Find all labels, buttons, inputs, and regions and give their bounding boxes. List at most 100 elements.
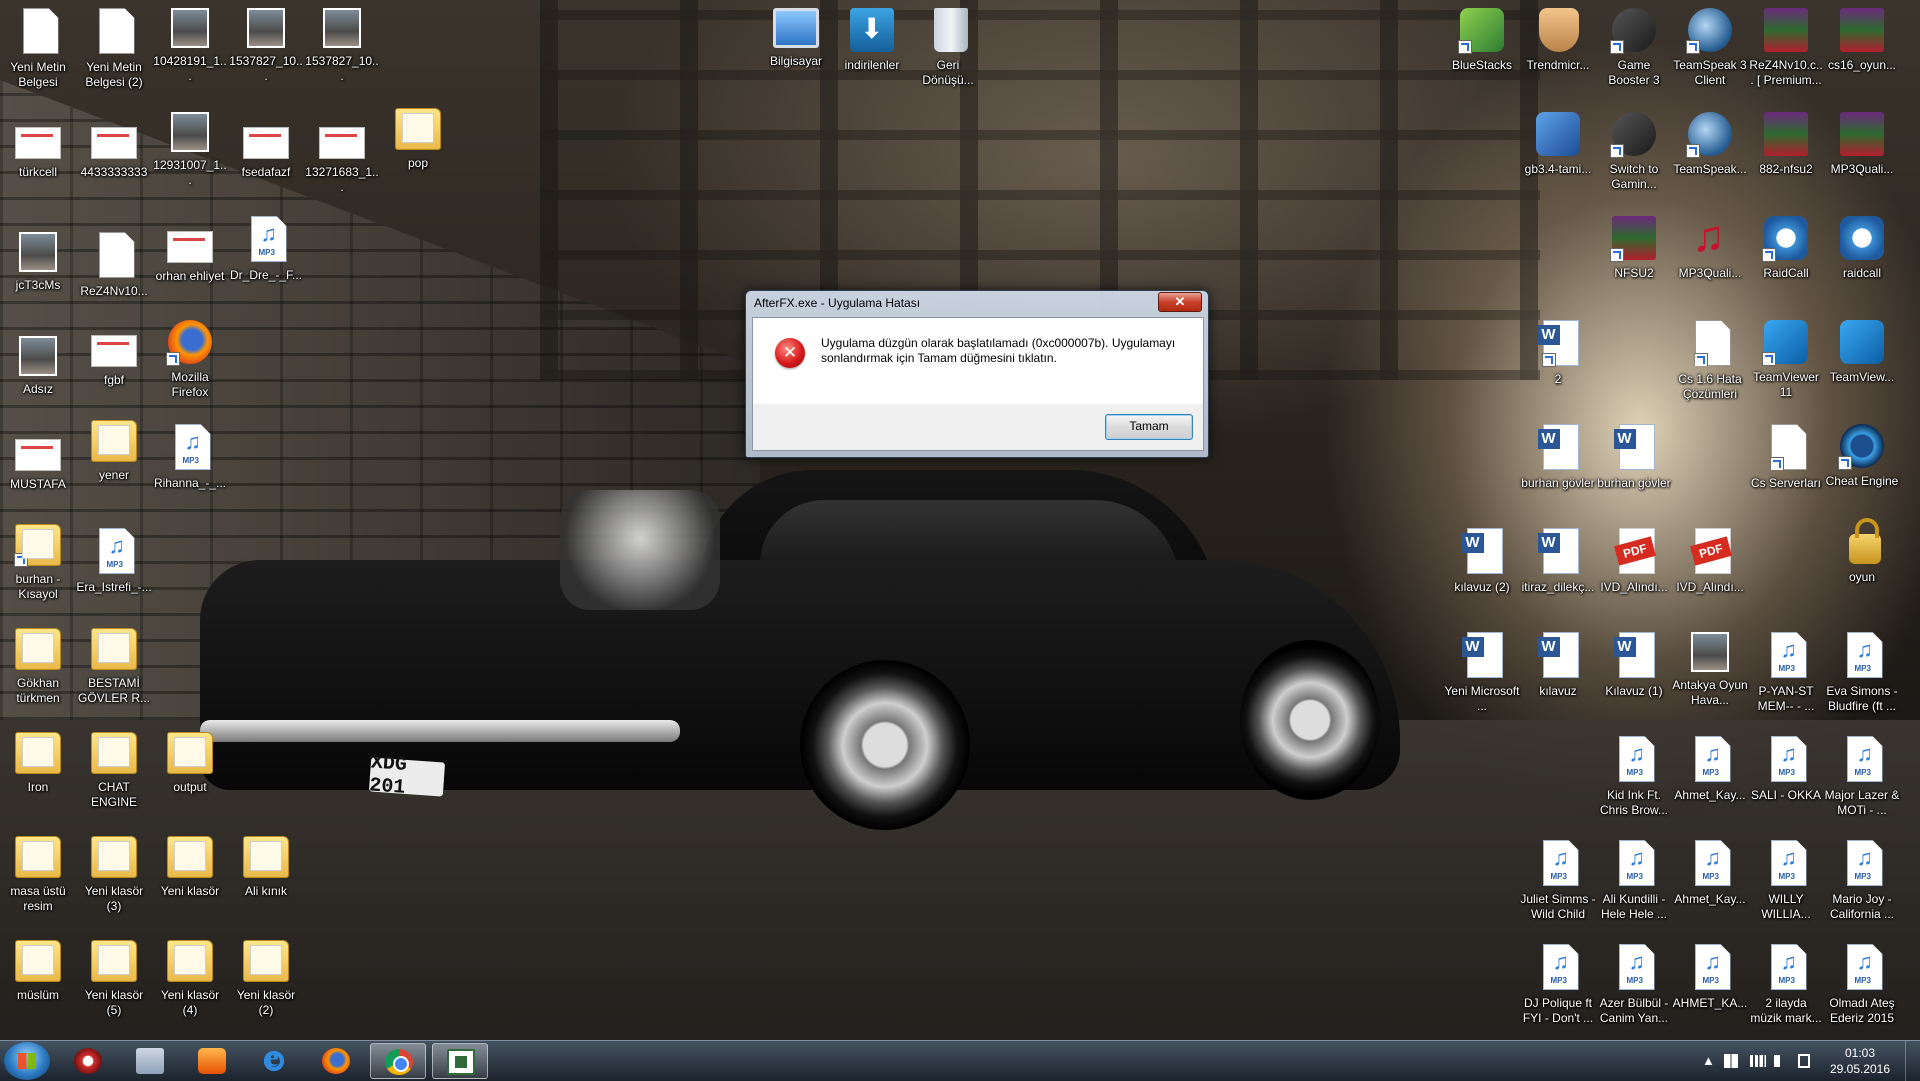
desktop-icon-computer[interactable]: Bilgisayar	[758, 0, 834, 104]
desktop-icon-word-document[interactable]: 2	[1520, 312, 1596, 416]
desktop-icon-firefox[interactable]: Mozilla Firefox	[152, 312, 228, 416]
action-center-flag-icon[interactable]	[1724, 1054, 1738, 1068]
show-hidden-icons-arrow[interactable]: ▲	[1702, 1053, 1715, 1068]
desktop-icon-folder[interactable]: Yeni klasör (3)	[76, 832, 152, 936]
desktop-icon-pdf[interactable]: IVD_Alındı...	[1596, 520, 1672, 624]
desktop-icon-folder[interactable]: pop	[380, 104, 456, 208]
desktop-icon-folder[interactable]: CHAT ENGINE	[76, 728, 152, 832]
desktop-icon-word-document[interactable]: Kılavuz (1)	[1596, 624, 1672, 728]
desktop-icon-word-document[interactable]: burhan gövler	[1596, 416, 1672, 520]
desktop-icon-teamspeak[interactable]: TeamSpeak...	[1672, 104, 1748, 208]
desktop-icon-teamviewer[interactable]: TeamView...	[1824, 312, 1900, 416]
taskbar-item-media-player[interactable]	[184, 1043, 240, 1079]
network-icon[interactable]	[1750, 1055, 1766, 1067]
desktop-icon-image[interactable]: 1537827_10...	[228, 0, 304, 104]
desktop-icon-downloads[interactable]: indirilenler	[834, 0, 910, 104]
desktop-icon-raidcall[interactable]: RaidCall	[1748, 208, 1824, 312]
desktop-icon-mp3[interactable]: Major Lazer & MOTi - ...	[1824, 728, 1900, 832]
desktop-icon-mp3[interactable]: Dr_Dre_-_F...	[228, 208, 304, 312]
desktop-icon-folder[interactable]: Iron	[0, 728, 76, 832]
desktop-icon-teamspeak[interactable]: TeamSpeak 3 Client	[1672, 0, 1748, 104]
desktop-icon-mp3[interactable]: Rihanna_-_...	[152, 416, 228, 520]
desktop-icon-mp3[interactable]: 2 ilayda müzik mark...	[1748, 936, 1824, 1040]
keyboard-language-icon[interactable]	[1798, 1054, 1810, 1068]
desktop-icon-folder[interactable]: müslüm	[0, 936, 76, 1040]
desktop-icon-winrar[interactable]: 882-nfsu2	[1748, 104, 1824, 208]
desktop-icon-mp3[interactable]: Mario Joy - California ...	[1824, 832, 1900, 936]
desktop-icon-image[interactable]: 10428191_1...	[152, 0, 228, 104]
desktop-icon-folder[interactable]: Gökhan türkmen	[0, 624, 76, 728]
desktop-icon-mp3[interactable]: Kid Ink Ft. Chris Brow...	[1596, 728, 1672, 832]
desktop-icon-mp3[interactable]: AHMET_KA...	[1672, 936, 1748, 1040]
desktop-icon-teamviewer[interactable]: TeamViewer 11	[1748, 312, 1824, 416]
desktop-icon-text-document[interactable]: Cs Serverları	[1748, 416, 1824, 520]
close-button[interactable]: ✕	[1158, 292, 1202, 312]
desktop-icon-image[interactable]: 12931007_1...	[152, 104, 228, 208]
desktop-icon-game-booster[interactable]: Game Booster 3	[1596, 0, 1672, 104]
desktop-icon-game-booster[interactable]: Switch to Gamin...	[1596, 104, 1672, 208]
desktop-icon-folder[interactable]: masa üstü resim	[0, 832, 76, 936]
desktop-icon-word-document[interactable]: kılavuz (2)	[1444, 520, 1520, 624]
ok-button[interactable]: Tamam	[1105, 414, 1193, 440]
desktop-icon-mp3[interactable]: Azer Bülbül - Canim Yan...	[1596, 936, 1672, 1040]
desktop-icon-mp3[interactable]: Ahmet_Kay...	[1672, 728, 1748, 832]
desktop-icon-locked-folder[interactable]: oyun	[1824, 518, 1900, 624]
desktop-icon-nfsu2[interactable]: NFSU2	[1596, 208, 1672, 312]
desktop-icon-pdf[interactable]: IVD_Alındı...	[1672, 520, 1748, 624]
desktop-icon-text-document[interactable]: Yeni Metin Belgesi (2)	[76, 0, 152, 104]
desktop-icon-folder[interactable]: BESTAMİ GÖVLER R...	[76, 624, 152, 728]
desktop-icon-mp3[interactable]: Olmadı Ateş Ederiz 2015	[1824, 936, 1900, 1040]
taskbar-item-chrome[interactable]	[370, 1043, 426, 1079]
desktop-icon-winrar[interactable]: ReZ4Nv10.c... [ Premium...	[1748, 0, 1824, 104]
volume-icon[interactable]	[1774, 1055, 1788, 1067]
desktop-icon-folder[interactable]: Yeni klasör (4)	[152, 936, 228, 1040]
desktop-icon-word-document[interactable]: Yeni Microsoft ...	[1444, 624, 1520, 728]
taskbar-item-firefox[interactable]	[308, 1043, 364, 1079]
desktop-icon-raidcall[interactable]: raidcall	[1824, 208, 1900, 312]
desktop-icon-screenshot[interactable]: türkcell	[0, 120, 76, 224]
desktop-icon-screenshot[interactable]: 13271683_1...	[304, 120, 380, 224]
taskbar-item-calculator[interactable]	[122, 1043, 178, 1079]
desktop-icon-folder[interactable]: Yeni klasör (5)	[76, 936, 152, 1040]
taskbar-item-error-window[interactable]	[432, 1043, 488, 1079]
desktop-icon-trendmicro[interactable]: Trendmicr...	[1520, 0, 1596, 104]
taskbar-item-ccleaner[interactable]	[60, 1043, 116, 1079]
dialog-titlebar[interactable]: AfterFX.exe - Uygulama Hatası ✕	[746, 291, 1208, 315]
desktop-icon-mp3[interactable]: WILLY WILLIA...	[1748, 832, 1824, 936]
desktop-icon-image[interactable]: jcT3cMs	[0, 224, 76, 328]
desktop-icon-folder-shortcut[interactable]: burhan - Kısayol	[0, 520, 76, 624]
desktop-icon-recycle-bin[interactable]: Geri Dönüşü...	[910, 0, 986, 104]
desktop-icon-word-document[interactable]: kılavuz	[1520, 624, 1596, 728]
desktop-icon-word-document[interactable]: burhan gövler	[1520, 416, 1596, 520]
desktop-icon-mp3[interactable]: P-YAN-ST MEM-- - ...	[1748, 624, 1824, 728]
desktop-icon-cheat-engine[interactable]: Cheat Engine	[1824, 416, 1900, 520]
desktop-icon-mp3[interactable]: DJ Polique ft FYI - Don't ...	[1520, 936, 1596, 1040]
desktop-icon-mp3[interactable]: Era_Istrefi_-...	[76, 520, 152, 624]
desktop-icon-mp3[interactable]: Juliet Simms - Wild Child	[1520, 832, 1596, 936]
desktop-icon-mp3quality[interactable]: MP3Quali...	[1672, 208, 1748, 312]
desktop-icon-winrar[interactable]: MP3Quali...	[1824, 104, 1900, 208]
show-desktop-button[interactable]	[1905, 1041, 1920, 1081]
desktop-icon-text-document[interactable]: ReZ4Nv10...	[76, 224, 152, 328]
desktop-icon-text-document[interactable]: Yeni Metin Belgesi	[0, 0, 76, 104]
desktop-icon-folder[interactable]: Ali kınık	[228, 832, 304, 936]
desktop-icon-folder[interactable]: yener	[76, 416, 152, 520]
desktop-icon-mp3[interactable]: Ali Kundilli - Hele Hele ...	[1596, 832, 1672, 936]
desktop-icon-mp3[interactable]: Ahmet_Kay...	[1672, 832, 1748, 936]
desktop-icon-screenshot[interactable]: 4433333333	[76, 120, 152, 224]
desktop-icon-winrar[interactable]: cs16_oyun...	[1824, 0, 1900, 104]
desktop-icon-mp3[interactable]: Eva Simons - Bludfire (ft ...	[1824, 624, 1900, 728]
desktop-icon-folder[interactable]: output	[152, 728, 228, 832]
desktop-icon-image[interactable]: Adsız	[0, 328, 76, 432]
desktop-icon-installer[interactable]: gb3.4-tami...	[1520, 104, 1596, 208]
taskbar-item-internet-explorer[interactable]	[246, 1042, 302, 1079]
start-button[interactable]	[4, 1042, 50, 1080]
desktop-icon-folder[interactable]: Yeni klasör (2)	[228, 936, 304, 1040]
desktop-icon-video[interactable]: Antakya Oyun Hava...	[1672, 624, 1748, 728]
desktop-icon-image[interactable]: 1537827_10...	[304, 0, 380, 104]
desktop-icon-mp3[interactable]: SALI - OKKA	[1748, 728, 1824, 832]
desktop-icon-folder[interactable]: Yeni klasör	[152, 832, 228, 936]
clock[interactable]: 01:03 29.05.2016	[1820, 1045, 1900, 1077]
desktop-icon-text-document[interactable]: Cs 1.6 Hata Çözümleri	[1672, 312, 1748, 416]
desktop-icon-word-document[interactable]: itiraz_dilekç...	[1520, 520, 1596, 624]
